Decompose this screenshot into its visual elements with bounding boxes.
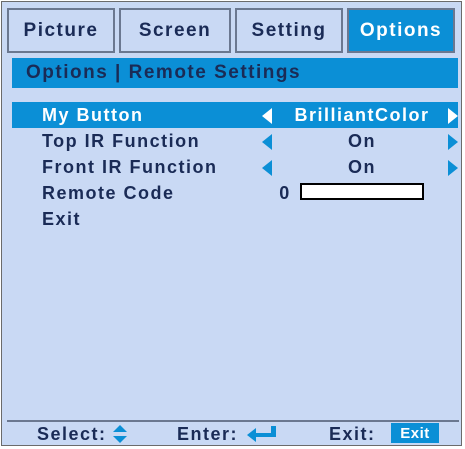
menu-item-label: My Button <box>42 105 144 125</box>
tab-options[interactable]: Options <box>347 8 455 53</box>
remote-code-input[interactable] <box>300 183 424 200</box>
top-ir-value: On <box>348 131 376 151</box>
menu-item-exit[interactable]: Exit <box>12 206 458 232</box>
menu-item-label: Front IR Function <box>42 157 218 177</box>
menu-item-label: Exit <box>42 209 82 229</box>
exit-key-badge: Exit <box>391 423 439 443</box>
breadcrumb: Options | Remote Settings <box>12 58 458 88</box>
osd-menu-window: Picture Screen Setting Options Options |… <box>1 1 462 446</box>
menu-item-top-ir-function[interactable]: Top IR Function On <box>12 128 458 154</box>
enter-key-icon <box>247 426 276 442</box>
menu-item-front-ir-function[interactable]: Front IR Function On <box>12 154 458 180</box>
menu-item-remote-code[interactable]: Remote Code 0 <box>12 180 458 206</box>
arrow-right-icon[interactable] <box>448 134 458 150</box>
front-ir-value: On <box>348 157 376 177</box>
arrow-left-icon[interactable] <box>262 160 272 176</box>
menu-item-label: Top IR Function <box>42 131 201 151</box>
footer-hint-bar: Select: Enter: Exit: Exit <box>7 420 459 445</box>
menu-item-my-button[interactable]: My Button BrilliantColor <box>12 102 458 128</box>
arrow-right-icon[interactable] <box>448 160 458 176</box>
menu-item-label: Remote Code <box>42 183 175 203</box>
my-button-value: BrilliantColor <box>294 105 430 125</box>
exit-hint-label: Exit: <box>329 424 376 444</box>
up-down-arrow-icon <box>113 425 127 443</box>
tab-screen[interactable]: Screen <box>119 8 231 53</box>
arrow-left-icon[interactable] <box>262 108 272 124</box>
enter-hint-label: Enter: <box>177 424 239 444</box>
arrow-left-icon[interactable] <box>262 134 272 150</box>
remote-settings-menu: My Button BrilliantColor Top IR Function… <box>12 102 458 232</box>
select-hint-label: Select: <box>37 424 107 444</box>
tab-setting[interactable]: Setting <box>235 8 343 53</box>
remote-code-value: 0 <box>279 183 291 203</box>
arrow-right-icon[interactable] <box>448 108 458 124</box>
tab-bar: Picture Screen Setting Options <box>7 8 459 53</box>
tab-picture[interactable]: Picture <box>7 8 115 53</box>
